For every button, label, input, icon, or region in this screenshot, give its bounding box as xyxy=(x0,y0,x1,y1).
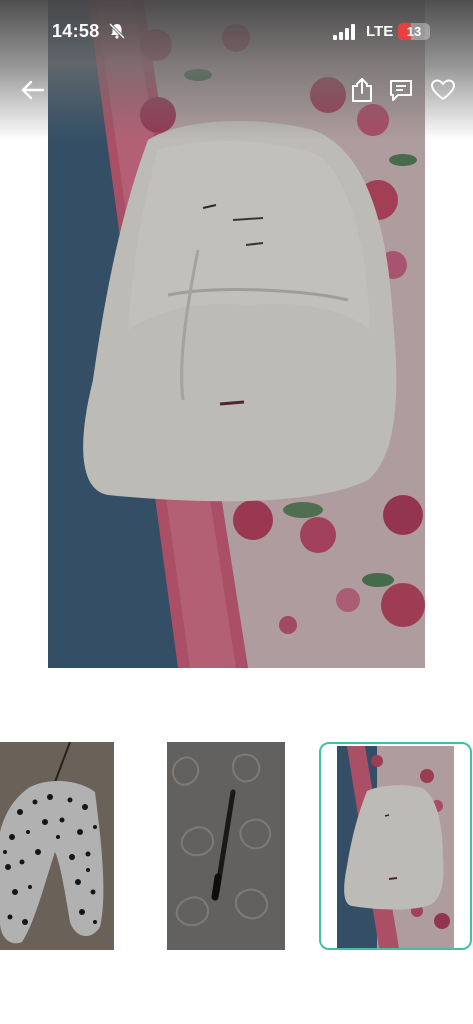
status-time: 14:58 xyxy=(52,21,100,41)
message-icon[interactable] xyxy=(388,77,414,103)
thumbnail-2[interactable] xyxy=(167,742,285,950)
share-icon[interactable] xyxy=(350,76,374,104)
network-type: LTE xyxy=(366,23,394,40)
signal-icon xyxy=(333,24,355,40)
battery-indicator: 13 xyxy=(398,23,430,40)
thumbnail-1[interactable] xyxy=(0,742,114,950)
thumbnail-3-selected[interactable] xyxy=(319,742,472,950)
back-arrow-icon[interactable] xyxy=(18,76,48,104)
heart-icon[interactable] xyxy=(430,78,456,102)
battery-level: 13 xyxy=(406,24,422,39)
bell-muted-icon xyxy=(108,22,126,40)
status-bar: 14:58 LTE 13 xyxy=(0,0,473,64)
